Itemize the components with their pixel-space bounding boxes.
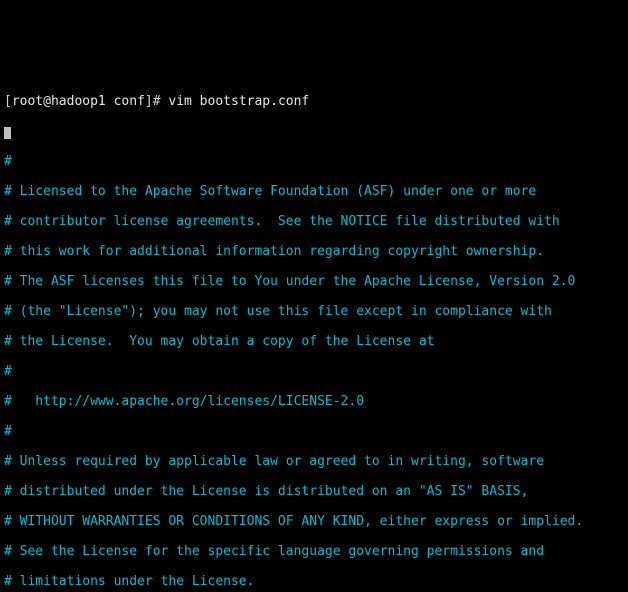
file-line: # The ASF licenses this file to You unde…	[4, 274, 624, 289]
file-line: #	[4, 424, 624, 439]
command-text: vim bootstrap.conf	[161, 94, 310, 109]
prompt-open-bracket: [	[4, 94, 12, 109]
file-line: # Unless required by applicable law or a…	[4, 454, 624, 469]
file-line: #	[4, 364, 624, 379]
file-line: # the License. You may obtain a copy of …	[4, 334, 624, 349]
file-line: # See the License for the specific langu…	[4, 544, 624, 559]
prompt-user-host: root@hadoop1 conf	[12, 94, 145, 109]
file-line: # (the "License"); you may not use this …	[4, 304, 624, 319]
terminal-viewport[interactable]: [root@hadoop1 conf]# vim bootstrap.conf …	[0, 75, 628, 592]
file-line: # contributor license agreements. See th…	[4, 214, 624, 229]
file-line: # distributed under the License is distr…	[4, 484, 624, 499]
file-line: # http://www.apache.org/licenses/LICENSE…	[4, 394, 624, 409]
cursor-block-icon	[4, 127, 11, 139]
file-line: # limitations under the License.	[4, 574, 624, 589]
shell-prompt-line: [root@hadoop1 conf]# vim bootstrap.conf	[4, 94, 624, 109]
file-line: # Licensed to the Apache Software Founda…	[4, 184, 624, 199]
file-line: # this work for additional information r…	[4, 244, 624, 259]
file-line	[4, 124, 624, 139]
file-line: # WITHOUT WARRANTIES OR CONDITIONS OF AN…	[4, 514, 624, 529]
prompt-close-bracket: ]#	[145, 94, 161, 109]
file-line: #	[4, 154, 624, 169]
